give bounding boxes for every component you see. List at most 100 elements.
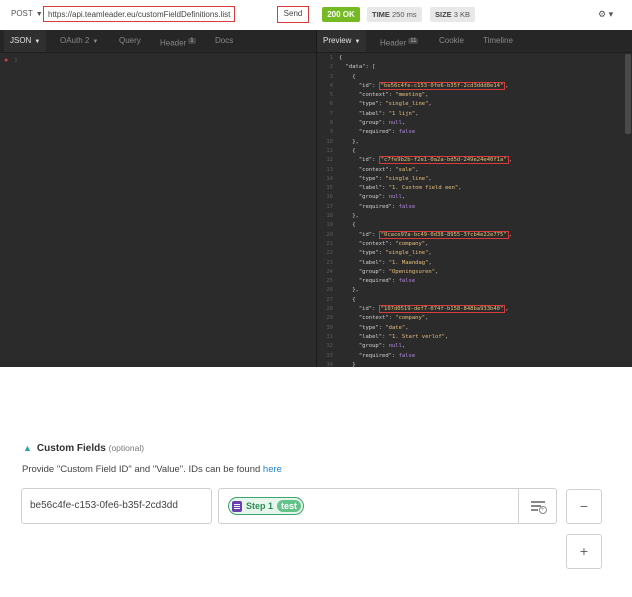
method-label: POST <box>11 9 33 18</box>
tab-header[interactable]: Header 1 <box>160 30 196 52</box>
code-line: 26 }, <box>317 286 617 295</box>
custom-fields-header[interactable]: ▲ Custom Fields (optional) <box>23 443 144 454</box>
code-line: 20 "id": "0cace97a-bc49-0d38-8955-3fcb4e… <box>317 230 617 240</box>
size-label: SIZE <box>435 10 452 19</box>
insert-variable-button[interactable]: + <box>518 489 556 523</box>
code-line: 5 "context": "meeting", <box>317 91 617 100</box>
code-text: "context": "company", <box>358 240 429 247</box>
code-line: 23 "label": "1. Maandag", <box>317 259 617 268</box>
method-select[interactable]: POST ▼ <box>11 9 43 18</box>
time-badge: TIME 250 ms <box>367 7 422 22</box>
code-line: 13 "context": "sale", <box>317 166 617 175</box>
code-line: 3 { <box>317 73 617 82</box>
code-line: 15 "label": "1. Custom field een", <box>317 184 617 193</box>
size-badge: SIZE 3 KB <box>430 7 476 22</box>
line-number: 26 <box>326 287 333 294</box>
add-field-button[interactable]: + <box>566 534 602 569</box>
code-text: "type": "date", <box>358 324 409 331</box>
code-text: "group": null, <box>358 343 406 350</box>
tab-cookie[interactable]: Cookie <box>439 30 464 52</box>
tab-preview[interactable]: Preview ▼ <box>317 30 367 52</box>
send-button[interactable]: Send <box>277 6 309 23</box>
line-number: 1 <box>329 55 333 61</box>
description-text: Provide "Custom Field ID" and "Value". I… <box>22 464 261 475</box>
time-value: 250 ms <box>392 10 417 19</box>
code-text: }, <box>352 213 359 220</box>
line-number: 8 <box>329 120 333 127</box>
line-number: 34 <box>326 361 333 368</box>
line-number: 22 <box>326 250 333 257</box>
code-text: "context": "meeting", <box>358 92 429 99</box>
code-line: 18 }, <box>317 212 617 221</box>
line-number: 25 <box>326 278 333 285</box>
line-number: 11 <box>326 147 333 154</box>
scrollbar[interactable] <box>625 54 631 134</box>
url-input[interactable]: https://api.teamleader.eu/customFieldDef… <box>43 6 235 22</box>
line-number: 18 <box>326 213 333 220</box>
code-line: 31 "label": "1. Start verlof", <box>317 333 617 342</box>
code-text: "required": false <box>358 203 416 210</box>
section-title: Custom Fields <box>36 443 106 454</box>
code-line: 11 { <box>317 147 617 156</box>
code-text: "id": "be56c4fe-c153-0fe6-b35f-2cd3ddd8e… <box>358 81 509 90</box>
tab-docs[interactable]: Docs <box>215 30 233 52</box>
line-number: 21 <box>326 240 333 247</box>
code-line: 1{ <box>317 54 617 63</box>
line-number: 7 <box>329 110 333 117</box>
code-line: 24 "group": "Openingsuren", <box>317 268 617 277</box>
error-dot-icon: ● <box>4 57 9 64</box>
line-number: 20 <box>326 231 333 238</box>
custom-field-value-input[interactable]: Step 1 test + <box>218 488 557 524</box>
custom-fields-description: Provide "Custom Field ID" and "Value". I… <box>22 464 282 475</box>
line-number: 28 <box>326 306 333 313</box>
optional-label: (optional) <box>108 443 145 453</box>
line-number: 33 <box>326 352 333 359</box>
code-text: "id": "c7fe9b2b-f2e1-0a2a-bd5d-249e24e40… <box>358 156 512 165</box>
step-label: Step 1 <box>246 501 274 511</box>
step-value: test <box>277 500 302 512</box>
code-line: 9 "required": false <box>317 128 617 137</box>
remove-field-button[interactable]: − <box>566 489 602 524</box>
tab-label: OAuth 2 <box>60 36 90 45</box>
response-tabs: Preview ▼ Header 11 Cookie Timeline <box>317 30 632 53</box>
chevron-down-icon: ▼ <box>354 39 361 45</box>
size-value: 3 KB <box>453 10 471 19</box>
line-number: 23 <box>326 259 333 266</box>
line-number: 10 <box>326 138 333 145</box>
code-text: "type": "single_line", <box>358 175 432 182</box>
code-line: 16 "group": null, <box>317 193 617 202</box>
custom-field-id-input[interactable]: be56c4fe-c153-0fe6-b35f-2cd3dd <box>21 488 212 524</box>
tab-oauth[interactable]: OAuth 2 ▼ <box>60 30 98 52</box>
response-pane: Preview ▼ Header 11 Cookie Timeline 1{2 "d… <box>317 30 632 370</box>
code-text: "data": [ <box>345 64 376 71</box>
docs-link[interactable]: here <box>263 464 282 475</box>
tab-label: Cookie <box>439 36 464 45</box>
step-reference-pill[interactable]: Step 1 test <box>228 497 305 515</box>
line-number: 19 <box>326 222 333 229</box>
count-badge: 1 <box>188 38 196 44</box>
code-line: 22 "type": "single_line", <box>317 249 617 258</box>
code-text: { <box>339 55 343 61</box>
settings-icon[interactable]: ⚙ ▾ <box>598 9 613 20</box>
code-line: 21 "context": "company", <box>317 240 617 249</box>
list-add-icon: + <box>530 501 547 514</box>
line-number: 1 <box>14 57 18 64</box>
line-number: 31 <box>326 333 333 340</box>
tab-response-header[interactable]: Header 11 <box>380 30 419 52</box>
line-number: 15 <box>326 185 333 192</box>
code-line: 27 { <box>317 296 617 305</box>
code-text: "context": "sale", <box>358 166 419 173</box>
code-text: { <box>352 296 356 303</box>
tab-timeline[interactable]: Timeline <box>483 30 513 52</box>
tab-query[interactable]: Query <box>119 30 141 52</box>
code-line: 8 "group": null, <box>317 119 617 128</box>
code-text: "label": "1. Maandag", <box>358 259 432 266</box>
code-line: 14 "type": "single_line", <box>317 175 617 184</box>
tab-json[interactable]: JSON ▼ <box>4 30 47 52</box>
response-json-viewer[interactable]: 1{2 "data": [3 {4 "id": "be56c4fe-c153-0… <box>317 54 617 370</box>
line-number: 27 <box>326 296 333 303</box>
code-text: "group": null, <box>358 194 406 201</box>
code-text: "required": false <box>358 352 416 359</box>
code-line: 19 { <box>317 221 617 230</box>
line-number: 6 <box>329 101 333 108</box>
